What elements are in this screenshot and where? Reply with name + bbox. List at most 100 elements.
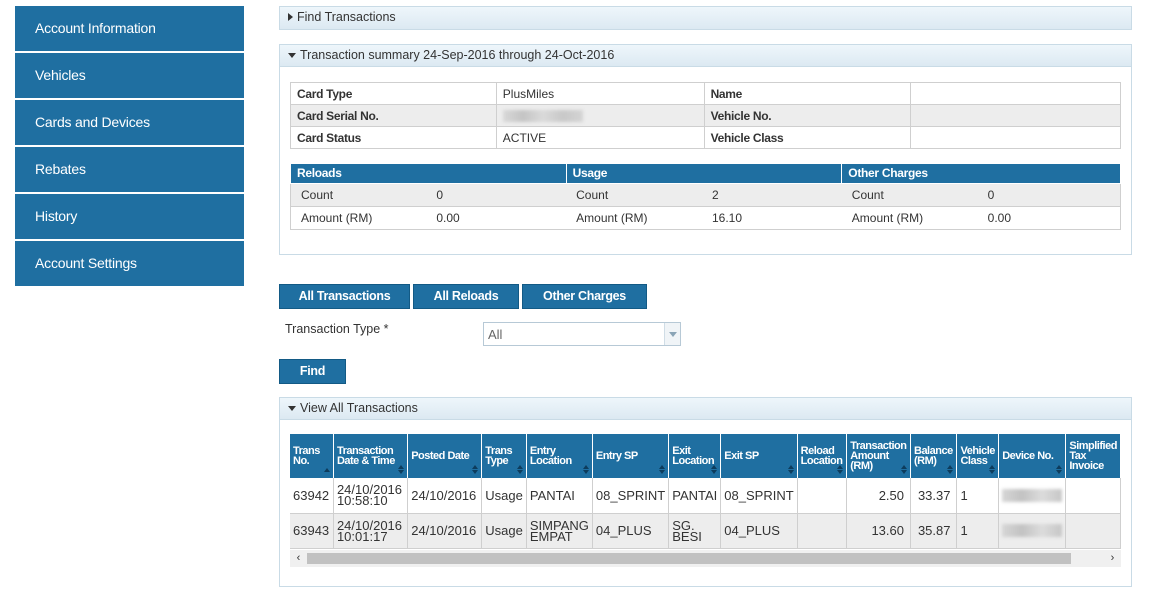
scrollbar-thumb[interactable] xyxy=(307,553,1071,564)
redacted-device-no xyxy=(1002,524,1063,538)
sidebar-item-account-settings[interactable]: Account Settings xyxy=(15,241,244,286)
cell-amount: 13.60 xyxy=(846,513,911,549)
reloads-count-value: 0 xyxy=(426,182,567,207)
col-entry-sp-label: Entry SP xyxy=(595,450,638,462)
col-entry-location[interactable]: Entry Location xyxy=(526,434,593,478)
col-entry-location-label: Entry Location xyxy=(529,445,572,467)
col-datetime[interactable]: Transaction Date & Time xyxy=(333,434,409,478)
vehicle-no-label: Vehicle No. xyxy=(703,104,912,127)
cell-device-no xyxy=(998,513,1067,549)
summary-stats-table: Reloads Usage Other Charges Count 0 Coun… xyxy=(290,164,1121,230)
other-amount-value: 0.00 xyxy=(977,205,1121,230)
usage-header: Usage xyxy=(565,164,843,184)
cell-entry-location: PANTAI xyxy=(526,478,593,514)
usage-count-label: Count xyxy=(566,182,702,207)
sort-icon xyxy=(516,465,523,474)
cell-entry-sp: 08_SPRINT xyxy=(592,478,670,514)
sidebar-item-account-information[interactable]: Account Information xyxy=(15,6,244,51)
other-charges-button[interactable]: Other Charges xyxy=(522,284,647,309)
reloads-amount-value: 0.00 xyxy=(426,205,567,230)
all-transactions-button[interactable]: All Transactions xyxy=(279,284,410,309)
transaction-type-select[interactable]: All xyxy=(483,322,681,346)
col-trans-type-label: Trans Type xyxy=(485,445,513,467)
cell-trans-type: Usage xyxy=(481,513,527,549)
cell-device-no xyxy=(998,478,1067,514)
sidebar-item-vehicles[interactable]: Vehicles xyxy=(15,53,244,98)
horizontal-scrollbar[interactable]: ‹ › xyxy=(290,550,1121,567)
sidebar-item-cards-and-devices[interactable]: Cards and Devices xyxy=(15,100,244,145)
col-trans-no[interactable]: Trans No. xyxy=(290,434,334,478)
col-reload-location[interactable]: Reload Location xyxy=(797,434,848,478)
sort-icon xyxy=(398,465,405,474)
col-datetime-label: Transaction Date & Time xyxy=(336,445,395,467)
cell-datetime: 24/10/2016 10:58:10 xyxy=(333,478,409,514)
sort-icon xyxy=(989,465,996,474)
col-entry-sp[interactable]: Entry SP xyxy=(592,434,670,478)
reloads-header: Reloads xyxy=(290,164,567,184)
transactions-table-viewport: Trans No. Transaction Date & Time Posted… xyxy=(290,434,1121,551)
view-transactions-title: View All Transactions xyxy=(300,401,418,415)
sort-icon xyxy=(711,465,718,474)
find-transactions-header[interactable]: Find Transactions xyxy=(280,7,1131,29)
vehicle-no-value xyxy=(910,104,1121,127)
col-exit-location[interactable]: Exit Location xyxy=(668,434,722,478)
chevron-down-icon xyxy=(669,332,677,337)
col-exit-location-label: Exit Location xyxy=(672,445,715,467)
sidebar-item-history[interactable]: History xyxy=(15,194,244,239)
col-posted-date[interactable]: Posted Date xyxy=(407,434,483,478)
redacted-device-no xyxy=(1002,488,1063,502)
sort-icon xyxy=(472,465,479,474)
col-simplified-tax-label: Simplified Tax Invoice xyxy=(1069,440,1117,472)
other-count-value: 0 xyxy=(977,182,1121,207)
cell-trans-type: Usage xyxy=(481,478,527,514)
cell-exit-sp: 08_SPRINT xyxy=(720,478,798,514)
col-device-no[interactable]: Device No. xyxy=(998,434,1067,478)
expand-arrow-icon xyxy=(288,13,293,21)
card-serial-label: Card Serial No. xyxy=(290,104,497,127)
cell-exit-location: PANTAI xyxy=(668,478,722,514)
sort-icon xyxy=(1056,465,1063,474)
col-amount[interactable]: Transaction Amount (RM) xyxy=(846,434,911,478)
cell-amount: 2.50 xyxy=(846,478,911,514)
all-reloads-button[interactable]: All Reloads xyxy=(413,284,519,309)
col-vehicle-class[interactable]: Vehicle Class xyxy=(956,434,1000,478)
sort-icon xyxy=(901,465,907,474)
col-reload-location-label: Reload Location xyxy=(800,445,843,467)
usage-amount-value: 16.10 xyxy=(701,205,842,230)
card-type-label: Card Type xyxy=(290,82,497,105)
card-status-label: Card Status xyxy=(290,126,497,149)
sort-icon xyxy=(837,465,844,474)
transaction-type-label: Transaction Type * xyxy=(285,322,389,336)
name-value xyxy=(910,82,1121,105)
cell-simplified-tax xyxy=(1065,513,1121,549)
vehicle-class-value xyxy=(910,126,1121,149)
col-exit-sp[interactable]: Exit SP xyxy=(720,434,798,478)
dropdown-toggle[interactable] xyxy=(664,323,680,345)
collapse-arrow-icon xyxy=(288,406,296,411)
col-balance-label: Balance (RM) xyxy=(914,445,953,467)
card-info-table: Card Type PlusMiles Name Card Serial No.… xyxy=(290,82,1121,149)
col-trans-type[interactable]: Trans Type xyxy=(481,434,527,478)
scroll-right-icon[interactable]: › xyxy=(1104,550,1121,567)
transaction-type-value: All xyxy=(488,327,503,342)
cell-entry-sp: 04_PLUS xyxy=(592,513,670,549)
reloads-amount-label: Amount (RM) xyxy=(290,205,427,230)
col-simplified-tax[interactable]: Simplified Tax Invoice xyxy=(1065,434,1121,478)
name-label: Name xyxy=(703,82,912,105)
find-transactions-title: Find Transactions xyxy=(297,10,396,24)
find-button[interactable]: Find xyxy=(279,359,346,384)
cell-reload-location xyxy=(797,513,848,549)
cell-simplified-tax xyxy=(1065,478,1121,514)
transaction-summary-title: Transaction summary 24-Sep-2016 through … xyxy=(300,48,615,62)
col-balance[interactable]: Balance (RM) xyxy=(910,434,958,478)
view-transactions-header[interactable]: View All Transactions xyxy=(280,398,1131,420)
cell-balance: 33.37 xyxy=(910,478,958,514)
col-device-no-label: Device No. xyxy=(1002,450,1054,462)
table-row: 63942 24/10/2016 10:58:10 24/10/2016 Usa… xyxy=(290,478,1121,514)
table-row: 63943 24/10/2016 10:01:17 24/10/2016 Usa… xyxy=(290,513,1121,549)
scroll-left-icon[interactable]: ‹ xyxy=(290,550,307,567)
redacted-serial xyxy=(502,110,583,123)
cell-trans-no: 63942 xyxy=(290,478,334,514)
transaction-summary-header[interactable]: Transaction summary 24-Sep-2016 through … xyxy=(280,45,1131,67)
sidebar-item-rebates[interactable]: Rebates xyxy=(15,147,244,192)
